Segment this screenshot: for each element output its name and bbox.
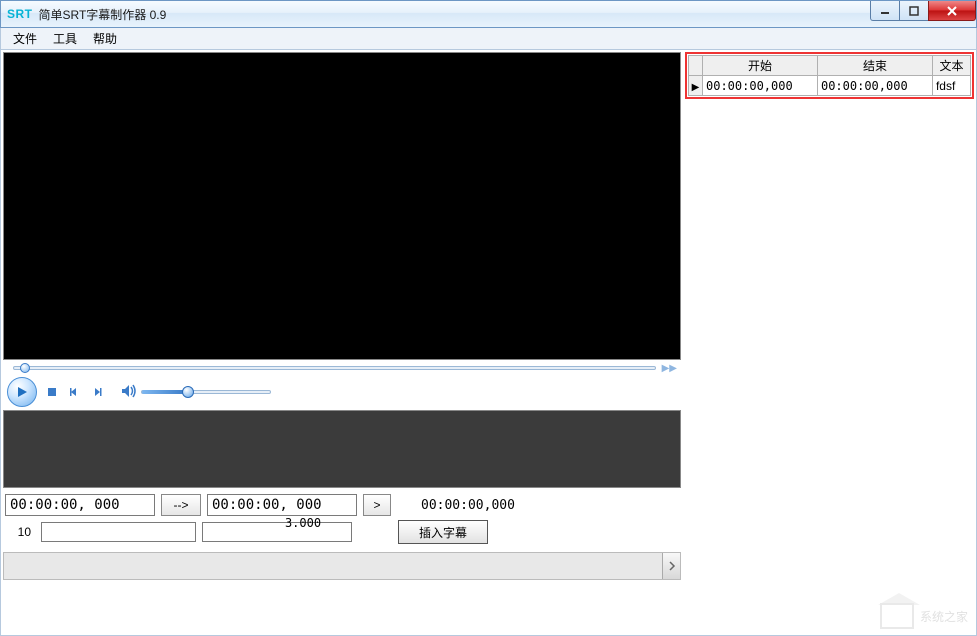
range-left-input[interactable]	[41, 522, 196, 542]
watermark-text: 系统之家	[920, 608, 968, 625]
app-icon: SRT	[7, 7, 33, 21]
window-controls	[871, 1, 976, 21]
insert-row: 10 插入字幕	[3, 518, 681, 546]
watermark-house-icon	[880, 603, 914, 629]
advance-button[interactable]: >	[363, 494, 391, 516]
close-button[interactable]	[928, 1, 976, 21]
menubar: 文件 工具 帮助	[0, 28, 977, 50]
current-time-label: 00:00:00,000	[421, 498, 515, 513]
prev-button[interactable]	[67, 383, 85, 401]
seek-track[interactable]	[13, 366, 656, 370]
volume-control	[121, 384, 271, 401]
arrow-button[interactable]: -->	[161, 494, 201, 516]
table-row[interactable]: ▶ 00:00:00,000 00:00:00,000 fdsf	[689, 76, 971, 96]
workarea: ▶▶	[0, 50, 977, 636]
col-start[interactable]: 开始	[703, 56, 818, 76]
left-pane: ▶▶	[1, 50, 683, 635]
seek-bar-row: ▶▶	[3, 360, 681, 376]
end-time-input[interactable]	[207, 494, 357, 516]
subtitle-table[interactable]: 开始 结束 文本 ▶ 00:00:00,000 00:00:00,000 fds…	[688, 55, 971, 96]
seek-end-icon[interactable]: ▶▶	[662, 363, 677, 374]
menu-help[interactable]: 帮助	[85, 28, 125, 49]
left-number-label: 10	[5, 525, 35, 539]
subtitle-table-highlight: 开始 结束 文本 ▶ 00:00:00,000 00:00:00,000 fds…	[685, 52, 974, 99]
waveform-panel[interactable]	[3, 410, 681, 488]
watermark: 系统之家	[880, 603, 968, 629]
col-text[interactable]: 文本	[932, 56, 970, 76]
insert-subtitle-button[interactable]: 插入字幕	[398, 520, 488, 544]
titlebar: SRT 简单SRT字幕制作器 0.9	[0, 0, 977, 28]
timestamp-row: --> > 00:00:00,000	[3, 488, 681, 518]
minimize-button[interactable]	[870, 1, 900, 21]
player-controls	[3, 376, 681, 408]
col-end[interactable]: 结束	[817, 56, 932, 76]
next-button[interactable]	[91, 383, 109, 401]
start-time-input[interactable]	[5, 494, 155, 516]
maximize-button[interactable]	[899, 1, 929, 21]
range-value-label: 3.000	[273, 516, 333, 530]
cell-end[interactable]: 00:00:00,000	[817, 76, 932, 96]
volume-track[interactable]	[141, 390, 271, 394]
menu-tools[interactable]: 工具	[45, 28, 85, 49]
cell-start[interactable]: 00:00:00,000	[703, 76, 818, 96]
bottom-scroll-bar[interactable]	[3, 552, 681, 580]
play-button[interactable]	[7, 377, 37, 407]
table-corner	[689, 56, 703, 76]
seek-thumb[interactable]	[20, 363, 30, 373]
right-pane: 开始 结束 文本 ▶ 00:00:00,000 00:00:00,000 fds…	[683, 50, 976, 635]
scroll-right-button[interactable]	[662, 553, 680, 579]
window-title: 简单SRT字幕制作器 0.9	[39, 6, 167, 23]
menu-file[interactable]: 文件	[5, 28, 45, 49]
video-preview[interactable]	[3, 52, 681, 360]
cell-text[interactable]: fdsf	[932, 76, 970, 96]
row-indicator-icon: ▶	[689, 76, 703, 96]
volume-icon[interactable]	[121, 384, 137, 401]
stop-button[interactable]	[43, 383, 61, 401]
volume-thumb[interactable]	[182, 386, 194, 398]
